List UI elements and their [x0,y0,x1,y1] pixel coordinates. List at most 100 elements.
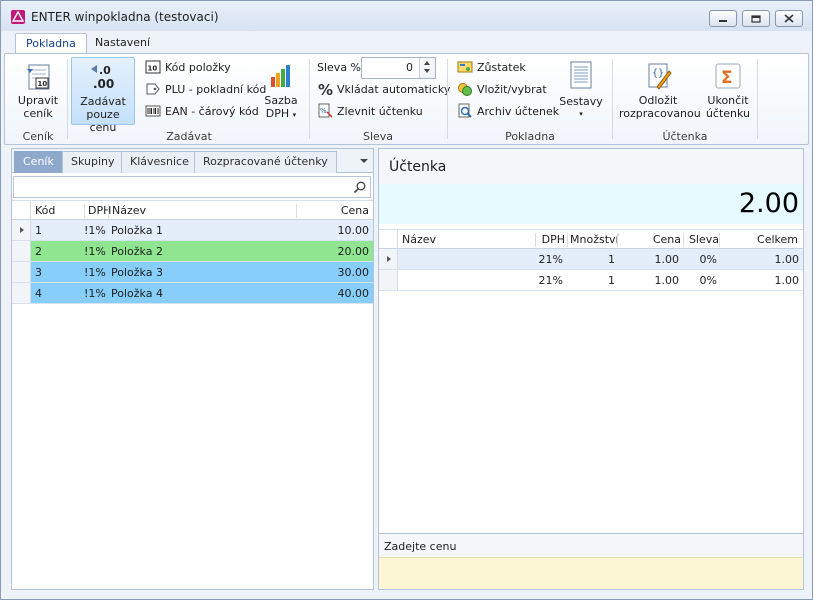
price-entry-input[interactable] [379,557,803,589]
current-row-arrow-icon [20,227,24,233]
tab-rozpracovane[interactable]: Rozpracované účtenky [194,151,337,173]
cell-r-cena: 1.00 [654,274,680,287]
col-cena[interactable]: Cena [296,204,371,218]
sazba-label-2: DPH ▾ [265,107,297,120]
sleva-value: 0 [406,61,413,74]
zlevnit-uctenku-button[interactable]: % Zlevnit účtenku [317,102,423,122]
row-indicator[interactable] [379,270,398,290]
cell-nazev: Položka 2 [111,245,163,258]
window-title: ENTER winpokladna (testovaci) [31,10,219,24]
tab-cenik[interactable]: Ceník [14,151,63,173]
app-window: ENTER winpokladna (testovaci) Pokladna N… [0,0,813,600]
zadavat-pouze-cenu-button[interactable]: .0 .00 Zadávat pouze cenu [71,57,135,134]
price-list-header: Kód DPH Název Cena [12,200,373,220]
receipt-row[interactable]: 21% 1 1.00 0% 1.00 [379,249,803,270]
tab-pokladna[interactable]: Pokladna [15,33,87,54]
col-r-celkem[interactable]: Celkem [719,233,801,247]
maximize-button[interactable] [742,10,770,27]
cell-cena: 20.00 [337,245,370,258]
tab-skupiny[interactable]: Skupiny [62,151,124,173]
receipt-header: Název DPH Množství Cena Sleva Celkem [379,229,803,249]
coins-icon [458,83,472,96]
col-r-sleva[interactable]: Sleva [683,233,719,247]
ribbon: 10 Upravit ceník Ceník .0 .00 Zadávat po… [4,53,809,145]
sestavy-button[interactable]: Sestavy ▾ [558,59,604,123]
svg-text:.00: .00 [93,77,114,91]
cell-r-dph: 21% [538,253,563,266]
search-icon[interactable] [353,180,367,194]
col-r-dph[interactable]: DPH [535,233,565,247]
vlozit-vybrat-button[interactable]: Vložit/vybrat [457,80,547,100]
ean-button[interactable]: EAN - čárový kód [145,102,259,122]
item-code-icon: 10 [145,60,161,74]
receipt-rows: 21% 1 1.00 0% 1.00 21% 1 1.00 0% 1.00 [379,249,803,291]
vkladat-automaticky-button[interactable]: % Vkládat automaticky [317,80,450,100]
col-nazev[interactable]: Název [108,204,146,218]
archiv-uctenek-button[interactable]: Archiv účtenek [457,102,559,122]
cell-cena: 40.00 [337,287,370,300]
tab-klavesnice[interactable]: Klávesnice [121,151,198,173]
plu-button[interactable]: PLU - pokladní kód [145,80,266,100]
col-kod[interactable]: Kód [35,204,55,217]
cell-dph: !1% [84,245,106,258]
tab-nastaveni[interactable]: Nastavení [85,33,160,54]
col-r-cena[interactable]: Cena [617,233,681,247]
cell-cena: 10.00 [337,224,370,237]
barcode-icon [145,105,161,117]
row-indicator[interactable] [12,262,31,282]
receipt-grid: Název DPH Množství Cena Sleva Celkem 21%… [379,229,803,291]
row-indicator[interactable] [12,220,31,240]
group-label-pokladna: Pokladna [505,130,555,143]
ukoncit-label-2: účtenku [705,107,751,120]
cell-kod: 4 [35,287,42,300]
table-row[interactable]: 1 !1% Položka 1 10.00 [12,220,373,241]
price-list-rows: 1 !1% Položka 1 10.00 2 !1% Položka 2 20.00 3 !1%… [12,220,373,304]
archiv-label: Archiv účtenek [477,105,560,118]
tab-menu-chevron-icon[interactable] [358,156,370,166]
group-separator [757,59,758,139]
kod-polozky-button[interactable]: 10 Kód položky [145,58,231,78]
reports-icon [570,61,592,89]
col-r-mnozstvi[interactable]: Množství [567,233,619,247]
price-entry-icon: .0 .00 [91,64,114,91]
zustatek-button[interactable]: Zůstatek [457,58,526,78]
ukoncit-uctenku-button[interactable]: Σ Ukončit účtenku [703,59,753,123]
svg-text:%: % [318,81,333,97]
percent-icon: % [318,81,333,97]
cell-r-cena: 1.00 [654,253,680,266]
spinner-arrows[interactable] [419,58,435,78]
odlozit-rozpracovanou-button[interactable]: {} Odložit rozpracovanou [619,59,701,123]
close-icon [784,14,794,23]
sum-icon: Σ [715,63,741,89]
close-button[interactable] [775,10,803,27]
cell-dph: !1% [84,224,106,237]
odlozit-label-1: Odložit [638,94,678,107]
sestavy-dropdown-icon: ▾ [579,110,583,118]
sazba-dph-button[interactable]: Sazba DPH ▾ [261,59,301,123]
table-row[interactable]: 2 !1% Položka 2 20.00 [12,241,373,262]
col-r-nazev[interactable]: Název [402,233,436,246]
sleva-spinner[interactable]: 0 [361,57,436,79]
group-separator [309,59,310,139]
minimize-button[interactable] [709,10,737,27]
plu-label: PLU - pokladní kód [165,83,267,96]
receipt-row[interactable]: 21% 1 1.00 0% 1.00 [379,270,803,291]
table-row[interactable]: 4 !1% Položka 4 40.00 [12,283,373,304]
plu-icon [146,83,160,95]
zustatek-label: Zůstatek [477,61,526,74]
odlozit-label-2: rozpracovanou [619,107,701,120]
app-logo-icon [11,10,25,24]
row-indicator[interactable] [379,249,398,269]
row-indicator[interactable] [12,283,31,303]
row-indicator[interactable] [12,241,31,261]
cell-dph: !1% [84,266,106,279]
sestavy-label: Sestavy [559,95,603,108]
group-label-uctenka: Účtenka [662,130,708,143]
row-indicator-header [379,230,398,248]
zadavat-label-1: Zadávat [80,95,126,108]
search-input[interactable] [13,176,371,198]
table-row[interactable]: 3 !1% Položka 3 30.00 [12,262,373,283]
svg-text:Σ: Σ [721,68,733,88]
upravit-cenik-button[interactable]: 10 Upravit ceník [13,59,63,123]
spin-down-icon [424,69,430,73]
